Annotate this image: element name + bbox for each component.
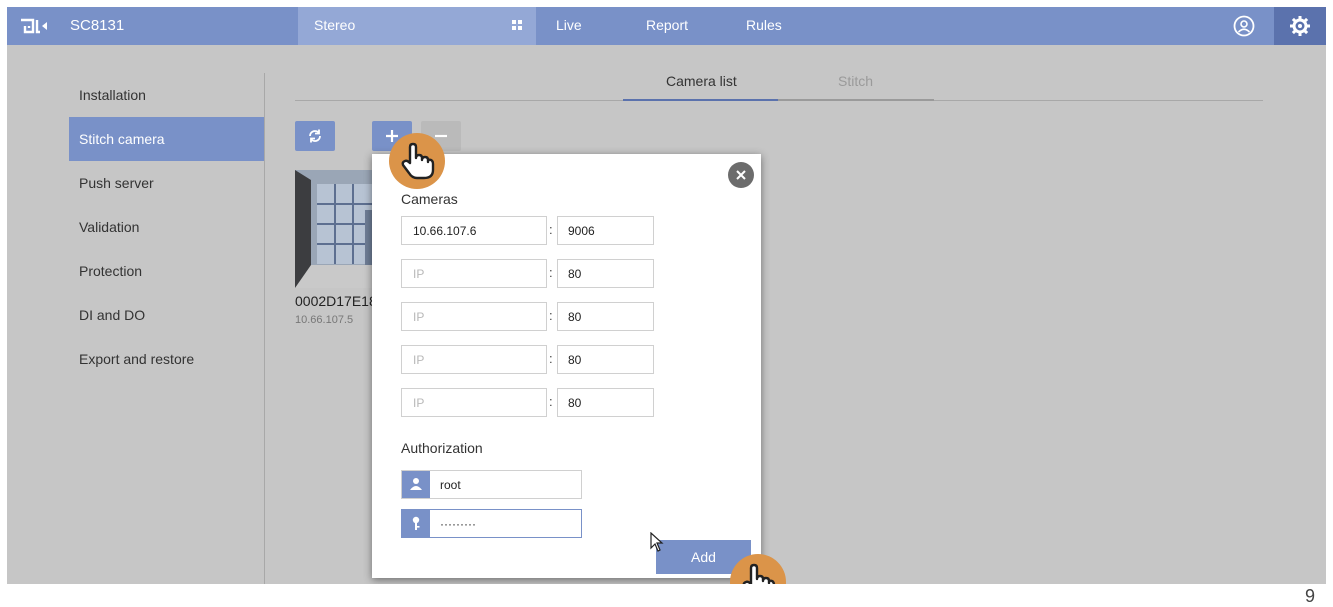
port-input-5[interactable]: 80: [557, 388, 654, 417]
mouse-cursor-icon: [650, 532, 664, 552]
camera-ip: 10.66.107.5: [295, 314, 354, 326]
sidebar-item-push-server[interactable]: Push server: [69, 161, 265, 205]
port-separator: :: [549, 394, 553, 409]
key-icon-box: [402, 510, 430, 537]
ip-input-3[interactable]: IP: [401, 302, 547, 331]
mode-selector[interactable]: Stereo: [298, 7, 536, 45]
sidebar-item-protection[interactable]: Protection: [69, 249, 265, 293]
port-separator: :: [549, 308, 553, 323]
username-field[interactable]: root: [401, 470, 582, 499]
ip-input-1[interactable]: 10.66.107.6: [401, 216, 547, 245]
user-icon-box: [402, 471, 430, 498]
refresh-icon: [309, 129, 321, 143]
add-camera-dialog: Cameras 10.66.107.6 : 9006 IP : 80 IP : …: [372, 154, 761, 578]
top-bar: SC8131 Stereo Live Report Rules: [7, 7, 1326, 45]
tab-active-indicator: [623, 99, 778, 101]
username-value: root: [440, 478, 461, 492]
app-window: SC8131 Stereo Live Report Rules Installa…: [7, 7, 1326, 584]
gear-icon: [1290, 16, 1310, 36]
sidebar-item-installation[interactable]: Installation: [69, 73, 265, 117]
close-button[interactable]: [728, 162, 754, 188]
ip-input-4[interactable]: IP: [401, 345, 547, 374]
user-icon: [410, 478, 422, 490]
hand-pointer-icon: [389, 133, 445, 189]
ip-input-5[interactable]: IP: [401, 388, 547, 417]
user-circle-icon[interactable]: [1233, 15, 1255, 37]
port-input-1[interactable]: 9006: [557, 216, 654, 245]
port-input-4[interactable]: 80: [557, 345, 654, 374]
tab-camera-list[interactable]: Camera list: [666, 73, 737, 89]
sidebar-item-di-do[interactable]: DI and DO: [69, 293, 265, 337]
ip-input-2[interactable]: IP: [401, 259, 547, 288]
key-icon: [412, 516, 420, 530]
nav-report[interactable]: Report: [646, 17, 688, 33]
port-input-2[interactable]: 80: [557, 259, 654, 288]
sidebar-item-export-restore[interactable]: Export and restore: [69, 337, 265, 381]
close-icon: [736, 170, 746, 180]
nav-rules[interactable]: Rules: [746, 17, 782, 33]
authorization-title: Authorization: [401, 440, 483, 456]
grid-icon[interactable]: [512, 20, 522, 30]
cameras-title: Cameras: [401, 191, 458, 207]
password-value: ·········: [440, 517, 476, 531]
page-number: 9: [1305, 586, 1316, 606]
tab-stitch[interactable]: Stitch: [838, 73, 873, 89]
vivotek-logo[interactable]: [19, 17, 49, 35]
sidebar-item-validation[interactable]: Validation: [69, 205, 265, 249]
port-input-3[interactable]: 80: [557, 302, 654, 331]
sidebar-divider: [264, 73, 265, 584]
refresh-button[interactable]: [295, 121, 335, 151]
camera-name: 0002D17E18: [295, 293, 377, 309]
sidebar-item-stitch-camera[interactable]: Stitch camera: [69, 117, 265, 161]
port-separator: :: [549, 265, 553, 280]
nav-live[interactable]: Live: [556, 17, 582, 33]
tab-inactive-indicator: [778, 99, 934, 101]
mode-label: Stereo: [314, 17, 356, 33]
port-separator: :: [549, 222, 553, 237]
port-separator: :: [549, 351, 553, 366]
password-field[interactable]: ·········: [401, 509, 582, 538]
device-model: SC8131: [70, 17, 125, 34]
settings-button[interactable]: [1274, 7, 1326, 45]
